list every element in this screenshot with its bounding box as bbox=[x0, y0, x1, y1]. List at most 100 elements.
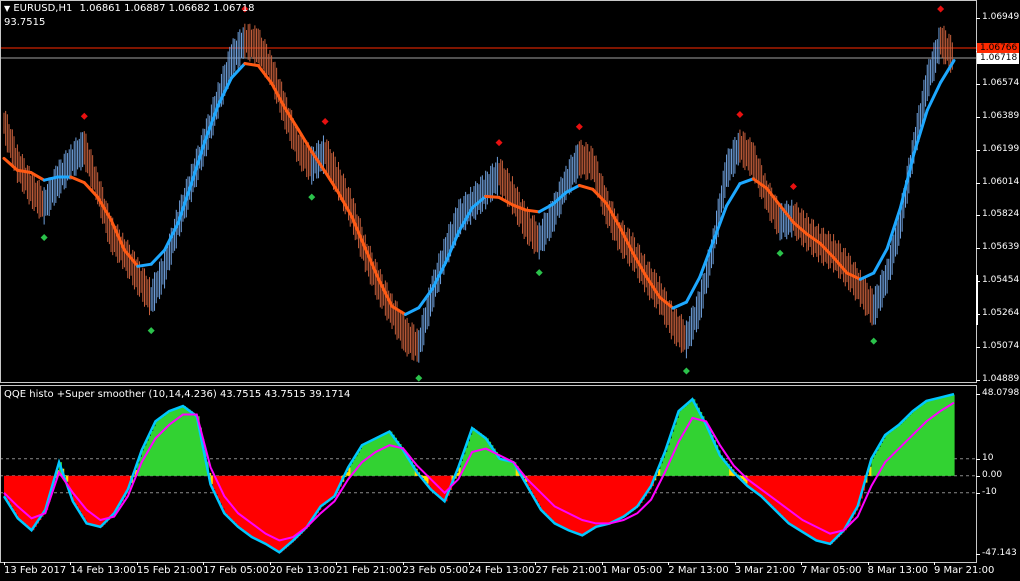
price-axis-label: 1.05824 bbox=[982, 209, 1020, 220]
indicator-axis-tick bbox=[976, 458, 980, 460]
indicator-axis-label: 10 bbox=[982, 452, 994, 463]
indicator-axis-label: -10 bbox=[982, 486, 997, 497]
time-axis-label: 20 Feb 13:00 bbox=[269, 565, 336, 576]
indicator-pane[interactable]: QQE histo +Super smoother (10,14,4.236) … bbox=[0, 386, 976, 562]
indicator-axis-tick bbox=[976, 492, 980, 494]
time-axis-label: 21 Feb 21:00 bbox=[336, 565, 402, 576]
indicator-canvas[interactable] bbox=[0, 386, 976, 562]
time-axis-label: 8 Mar 13:00 bbox=[867, 565, 928, 576]
buy-signal-marker bbox=[40, 233, 48, 241]
time-axis-label: 1 Mar 05:00 bbox=[601, 565, 663, 576]
trend-down-segment bbox=[69, 175, 86, 185]
price-scale-marker bbox=[976, 275, 978, 325]
sell-signal-marker bbox=[495, 139, 503, 147]
time-axis-label: 24 Feb 13:00 bbox=[469, 565, 535, 576]
sell-signal-marker bbox=[321, 118, 329, 126]
trend-down-segment bbox=[524, 208, 541, 214]
chart-header: ▼ EURUSD,H1 1.06861 1.06887 1.06682 1.06… bbox=[4, 3, 255, 14]
sub-value-label: 93.7515 bbox=[4, 17, 46, 28]
trend-up-segment bbox=[738, 177, 755, 186]
time-axis-label: 2 Mar 13:00 bbox=[668, 565, 729, 576]
time-axis-label: 9 Mar 21:00 bbox=[934, 565, 995, 576]
time-axis-label: 27 Feb 21:00 bbox=[535, 565, 602, 576]
price-axis-tick bbox=[976, 83, 980, 85]
price-axis-tick bbox=[976, 18, 980, 19]
trend-down-segment bbox=[243, 62, 260, 68]
price-axis-tick bbox=[976, 116, 980, 118]
price-axis-tick bbox=[976, 215, 980, 217]
trend-up-segment bbox=[939, 59, 956, 84]
time-axis-tick bbox=[70, 562, 72, 565]
price-axis-label: 1.05074 bbox=[982, 341, 1020, 352]
time-axis-label: 3 Mar 21:00 bbox=[734, 565, 796, 576]
indicator-title: QQE histo +Super smoother (10,14,4.236) … bbox=[4, 389, 351, 400]
price-axis-tick bbox=[976, 248, 980, 250]
price-axis-tick bbox=[976, 149, 980, 151]
time-axis-tick bbox=[4, 562, 5, 565]
time-axis-tick bbox=[601, 562, 603, 565]
price-bars bbox=[3, 23, 953, 363]
time-axis[interactable]: 13 Feb 2017 14 Feb 13:00 15 Feb 21:00 17 Fe… bbox=[0, 562, 994, 581]
trend-down-segment bbox=[577, 183, 595, 191]
trend-up-segment bbox=[403, 306, 421, 316]
price-axis-label: 1.06949 bbox=[982, 12, 1020, 22]
buy-signal-marker bbox=[308, 193, 316, 201]
price-axis-label: 1.05264 bbox=[982, 308, 1020, 319]
indicator-axis-tick bbox=[976, 394, 980, 395]
trend-up-segment bbox=[671, 300, 688, 310]
price-axis-tick bbox=[976, 347, 980, 349]
time-axis-tick bbox=[668, 562, 670, 565]
time-axis-tick bbox=[801, 562, 803, 565]
price-axis-label: 1.06389 bbox=[982, 110, 1020, 121]
time-axis-tick bbox=[734, 562, 736, 565]
price-axis-label: 1.06014 bbox=[982, 176, 1020, 187]
time-axis-label: 14 Feb 13:00 bbox=[70, 565, 137, 576]
time-axis-tick bbox=[269, 562, 271, 565]
qqe-histogram bbox=[4, 394, 955, 553]
trend-up-segment bbox=[725, 182, 742, 208]
symbol-label: EURUSD,H1 bbox=[13, 3, 73, 14]
buy-signal-marker bbox=[776, 249, 784, 257]
indicator-axis[interactable]: 48.0798 10 0.00 -10 -47.143 bbox=[976, 386, 1020, 562]
time-axis-label: 7 Mar 05:00 bbox=[801, 565, 862, 576]
price-chart-canvas[interactable] bbox=[0, 0, 976, 382]
time-axis-tick bbox=[136, 562, 138, 565]
buy-signal-marker bbox=[682, 367, 690, 375]
time-axis-label: 15 Feb 21:00 bbox=[136, 565, 203, 576]
time-axis-label: 23 Feb 05:00 bbox=[402, 565, 469, 576]
sell-signal-marker bbox=[575, 123, 583, 131]
indicator-axis-label: 0.00 bbox=[982, 469, 1003, 480]
buy-signal-marker bbox=[415, 374, 423, 382]
time-axis-tick bbox=[203, 562, 205, 565]
price-axis-label: 1.06199 bbox=[982, 143, 1020, 154]
price-axis-label: 1.05454 bbox=[982, 275, 1020, 286]
buy-signal-marker bbox=[147, 327, 155, 335]
sell-signal-marker bbox=[789, 183, 797, 191]
time-axis-tick bbox=[336, 562, 338, 565]
price-axis-label: 1.04889 bbox=[982, 374, 1020, 384]
current-price-tag: 1.06718 bbox=[977, 53, 1019, 64]
price-axis-label: 1.05639 bbox=[982, 242, 1020, 253]
histogram-bar bbox=[951, 394, 955, 476]
price-axis-tick bbox=[976, 380, 980, 381]
sell-signal-marker bbox=[937, 5, 945, 13]
time-axis-tick bbox=[934, 562, 935, 565]
ohlc-values: 1.06861 1.06887 1.06682 1.06718 bbox=[79, 3, 255, 14]
chart-menu-arrow-icon[interactable]: ▼ bbox=[4, 4, 10, 13]
sell-signal-marker bbox=[80, 112, 88, 120]
time-axis-tick bbox=[867, 562, 869, 565]
time-axis-tick bbox=[535, 562, 537, 565]
indicator-axis-tick bbox=[976, 554, 980, 555]
buy-signal-marker bbox=[535, 269, 543, 277]
time-axis-label: 13 Feb 2017 bbox=[4, 565, 67, 576]
time-axis-tick bbox=[402, 562, 404, 565]
price-axis-tick bbox=[976, 182, 980, 184]
trend-down-segment bbox=[484, 194, 501, 199]
trend-up-segment bbox=[858, 271, 876, 281]
price-chart-pane[interactable]: ▼ EURUSD,H1 1.06861 1.06887 1.06682 1.06… bbox=[0, 0, 976, 382]
time-axis-label: 17 Feb 05:00 bbox=[203, 565, 269, 576]
buy-signal-marker bbox=[870, 337, 878, 345]
indicator-axis-label: 48.0798 bbox=[982, 388, 1020, 398]
indicator-axis-tick bbox=[976, 475, 980, 477]
sell-signal-marker bbox=[736, 110, 744, 118]
